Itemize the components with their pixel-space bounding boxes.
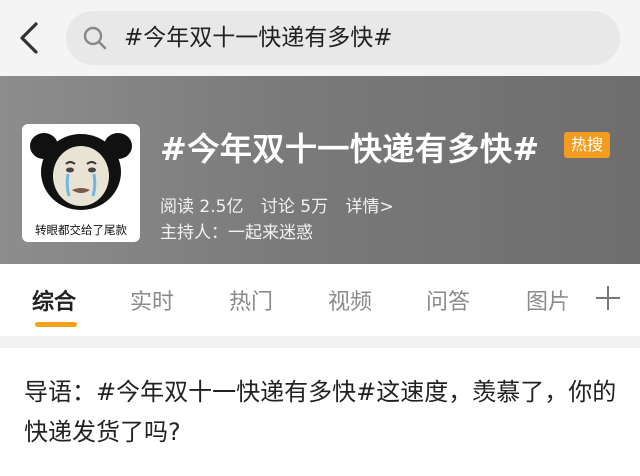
plus-icon: [596, 286, 620, 310]
tab-qa[interactable]: 问答: [426, 284, 470, 316]
topic-header: 转眼都交给了尾款 #今年双十一快递有多快# 热搜 阅读 2.5亿 讨论 5万 详…: [0, 76, 640, 264]
add-tab-button[interactable]: [588, 278, 628, 318]
active-tab-indicator: [35, 322, 77, 327]
topic-intro: 导语：#今年双十一快递有多快#这速度，羡慕了，你的快递发货了吗?: [24, 378, 617, 446]
tab-hot[interactable]: 热门: [229, 284, 273, 316]
tab-bar: 综合 实时 热门 视频 问答 图片: [0, 264, 640, 336]
search-icon: [83, 26, 107, 50]
section-divider: [0, 336, 640, 348]
search-query-text: #今年双十一快递有多快#: [124, 25, 393, 51]
hot-badge: 热搜: [564, 132, 610, 158]
topic-title: #今年双十一快递有多快#: [160, 130, 540, 168]
topic-avatar: 转眼都交给了尾款: [22, 124, 140, 242]
topic-stats: 阅读 2.5亿 讨论 5万 详情>: [160, 192, 406, 217]
topic-host: 主持人：一起来迷惑: [160, 223, 313, 243]
back-button[interactable]: [14, 18, 50, 58]
top-bar: #今年双十一快递有多快#: [0, 0, 640, 76]
tab-overflow-fade: [560, 274, 590, 324]
details-link[interactable]: 详情>: [346, 197, 394, 217]
search-input[interactable]: #今年双十一快递有多快#: [66, 11, 620, 65]
back-arrow-icon: [20, 22, 38, 54]
read-count: 阅读 2.5亿: [160, 197, 244, 217]
avatar-caption: 转眼都交给了尾款: [35, 223, 127, 237]
tab-general[interactable]: 综合: [32, 284, 76, 316]
discussion-count: 讨论 5万: [260, 197, 329, 217]
tab-video[interactable]: 视频: [328, 284, 372, 316]
tab-realtime[interactable]: 实时: [130, 284, 174, 316]
